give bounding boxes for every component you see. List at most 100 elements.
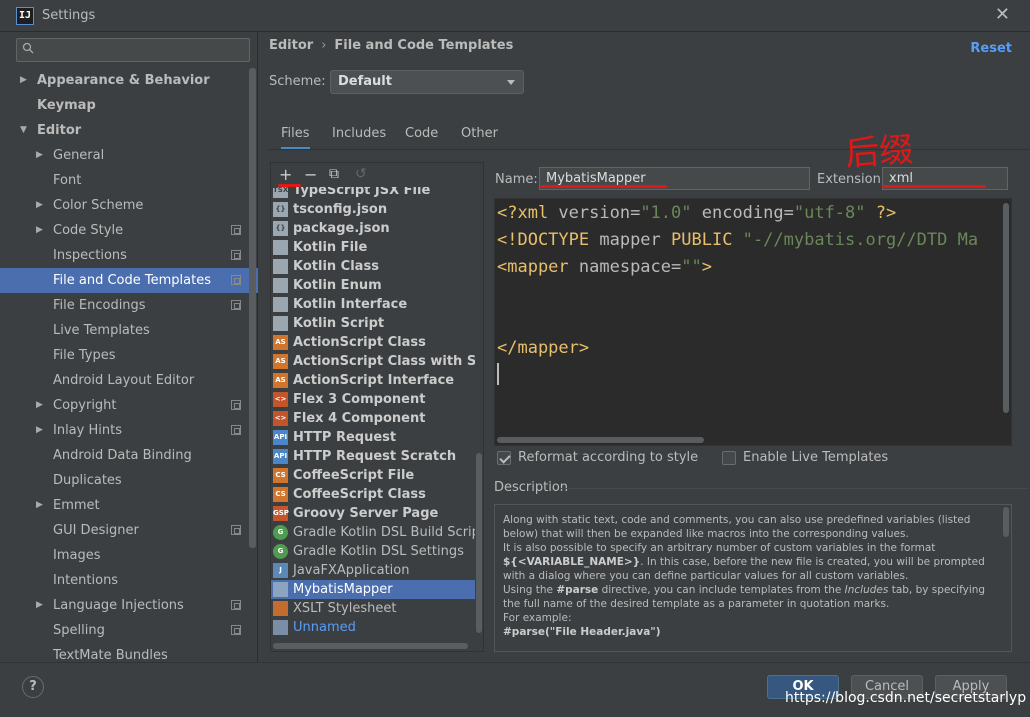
sidebar-item-appearance-behavior[interactable]: ▶ Appearance & Behavior: [0, 68, 258, 93]
sidebar-item-font[interactable]: Font: [0, 168, 258, 193]
search-icon: [22, 42, 34, 54]
sidebar-item-gui-designer[interactable]: GUI Designer: [0, 518, 258, 543]
files-vertical-scrollbar[interactable]: [476, 453, 482, 633]
chevron-right-icon[interactable]: ▶: [36, 493, 43, 518]
description-scrollbar[interactable]: [1003, 507, 1009, 537]
project-scope-icon: [231, 400, 241, 410]
tab-other[interactable]: Other: [461, 122, 498, 150]
reset-link[interactable]: Reset: [970, 41, 1012, 56]
template-name: Kotlin Interface: [293, 297, 408, 312]
template-code-editor[interactable]: <?xml version="1.0" encoding="utf-8" ?> …: [494, 198, 1012, 446]
template-list-item[interactable]: <> Flex 4 Component: [271, 409, 475, 428]
template-list-item[interactable]: CS CoffeeScript Class: [271, 485, 475, 504]
template-name: Kotlin File: [293, 240, 368, 255]
sidebar-item-images[interactable]: Images: [0, 543, 258, 568]
sidebar-item-file-encodings[interactable]: File Encodings: [0, 293, 258, 318]
add-template-button[interactable]: +: [279, 165, 292, 184]
template-list-item[interactable]: CS CoffeeScript File: [271, 466, 475, 485]
description-divider: [561, 488, 1027, 489]
template-list-item[interactable]: Kotlin Interface: [271, 295, 475, 314]
chevron-right-icon[interactable]: ▶: [20, 68, 27, 93]
template-list-item[interactable]: AS ActionScript Interface: [271, 371, 475, 390]
template-list-item[interactable]: GSP Groovy Server Page: [271, 504, 475, 523]
sidebar-item-live-templates[interactable]: Live Templates: [0, 318, 258, 343]
template-list-item[interactable]: G Gradle Kotlin DSL Build Script: [271, 523, 475, 542]
sidebar-item-inspections[interactable]: Inspections: [0, 243, 258, 268]
sidebar-scrollbar[interactable]: [249, 68, 256, 548]
tab-includes[interactable]: Includes: [332, 122, 386, 150]
remove-template-button[interactable]: −: [304, 165, 317, 184]
settings-search-input[interactable]: [16, 38, 250, 62]
template-list-item[interactable]: API HTTP Request Scratch: [271, 447, 475, 466]
template-list-item[interactable]: XSLT Stylesheet: [271, 599, 475, 618]
sidebar-item-editor[interactable]: ▼ Editor: [0, 118, 258, 143]
template-list-item[interactable]: {} tsconfig.json: [271, 200, 475, 219]
sidebar-item-keymap[interactable]: Keymap: [0, 93, 258, 118]
checkbox-unchecked-icon: [722, 451, 736, 465]
template-name: Flex 3 Component: [293, 392, 426, 407]
template-list-item[interactable]: J JavaFXApplication: [271, 561, 475, 580]
chevron-right-icon[interactable]: ▶: [36, 393, 43, 418]
template-name: Unnamed: [293, 620, 356, 635]
sidebar-item-spelling[interactable]: Spelling: [0, 618, 258, 643]
sidebar-item-inlay-hints[interactable]: ▶ Inlay Hints: [0, 418, 258, 443]
sidebar-item-emmet[interactable]: ▶ Emmet: [0, 493, 258, 518]
template-list-item[interactable]: Kotlin Class: [271, 257, 475, 276]
template-list-item[interactable]: {} package.json: [271, 219, 475, 238]
project-scope-icon: [231, 300, 241, 310]
sidebar-item-language-injections[interactable]: ▶ Language Injections: [0, 593, 258, 618]
breadcrumb-separator: ›: [321, 38, 327, 53]
reset-template-button[interactable]: ↺: [355, 166, 367, 182]
groovy-file-icon: GSP: [273, 506, 289, 521]
chevron-down-icon: [507, 80, 515, 85]
editor-horizontal-scrollbar[interactable]: [497, 437, 704, 443]
files-horizontal-scrollbar[interactable]: [273, 643, 468, 649]
tab-code[interactable]: Code: [405, 122, 438, 150]
sidebar-item-label: Copyright: [53, 398, 117, 413]
enable-live-templates-checkbox[interactable]: Enable Live Templates: [722, 449, 888, 467]
sidebar-item-android-data-binding[interactable]: Android Data Binding: [0, 443, 258, 468]
scheme-dropdown[interactable]: Default: [330, 70, 524, 94]
template-list-item[interactable]: Unnamed: [271, 618, 475, 637]
template-name: XSLT Stylesheet: [293, 601, 397, 616]
template-list-item[interactable]: <> Flex 3 Component: [271, 390, 475, 409]
as-file-icon: AS: [273, 335, 288, 350]
chevron-right-icon[interactable]: ▶: [36, 143, 43, 168]
sidebar-item-copyright[interactable]: ▶ Copyright: [0, 393, 258, 418]
template-list-item[interactable]: TSX TypeScript JSX File: [271, 187, 475, 200]
template-list-item[interactable]: Kotlin Script: [271, 314, 475, 333]
template-list-item[interactable]: AS ActionScript Class with Supers: [271, 352, 475, 371]
close-icon[interactable]: ✕: [995, 4, 1010, 25]
template-list-item[interactable]: MybatisMapper: [271, 580, 475, 599]
copy-template-button[interactable]: ⧉: [329, 166, 339, 182]
template-list-item[interactable]: Kotlin Enum: [271, 276, 475, 295]
sidebar-item-color-scheme[interactable]: ▶ Color Scheme: [0, 193, 258, 218]
sidebar-item-duplicates[interactable]: Duplicates: [0, 468, 258, 493]
template-list-item[interactable]: Kotlin File: [271, 238, 475, 257]
chevron-right-icon[interactable]: ▶: [36, 218, 43, 243]
template-name: Kotlin Class: [293, 259, 379, 274]
scheme-label: Scheme:: [269, 74, 326, 89]
sidebar-item-general[interactable]: ▶ General: [0, 143, 258, 168]
template-list-item[interactable]: G Gradle Kotlin DSL Settings: [271, 542, 475, 561]
chevron-right-icon[interactable]: ▶: [36, 193, 43, 218]
xslt-file-icon: [273, 601, 288, 616]
editor-vertical-scrollbar[interactable]: [1003, 203, 1009, 413]
chevron-down-icon[interactable]: ▼: [20, 118, 27, 143]
reformat-checkbox[interactable]: Reformat according to style: [497, 449, 698, 467]
doc-file-icon: {}: [273, 221, 288, 236]
breadcrumb-parent[interactable]: Editor: [269, 38, 313, 53]
sidebar-item-android-layout-editor[interactable]: Android Layout Editor: [0, 368, 258, 393]
sidebar-item-file-and-code-templates[interactable]: File and Code Templates: [0, 268, 258, 293]
help-button[interactable]: ?: [22, 676, 44, 698]
chevron-right-icon[interactable]: ▶: [36, 593, 43, 618]
template-list-item[interactable]: AS ActionScript Class: [271, 333, 475, 352]
template-list-item[interactable]: API HTTP Request: [271, 428, 475, 447]
sidebar-item-code-style[interactable]: ▶ Code Style: [0, 218, 258, 243]
flex-file-icon: <>: [273, 411, 288, 426]
tab-files[interactable]: Files: [281, 122, 310, 150]
sidebar-item-intentions[interactable]: Intentions: [0, 568, 258, 593]
sidebar-item-file-types[interactable]: File Types: [0, 343, 258, 368]
settings-sidebar: ▶ Appearance & Behavior Keymap ▼ Editor ▶ Gene…: [0, 32, 258, 663]
chevron-right-icon[interactable]: ▶: [36, 418, 43, 443]
